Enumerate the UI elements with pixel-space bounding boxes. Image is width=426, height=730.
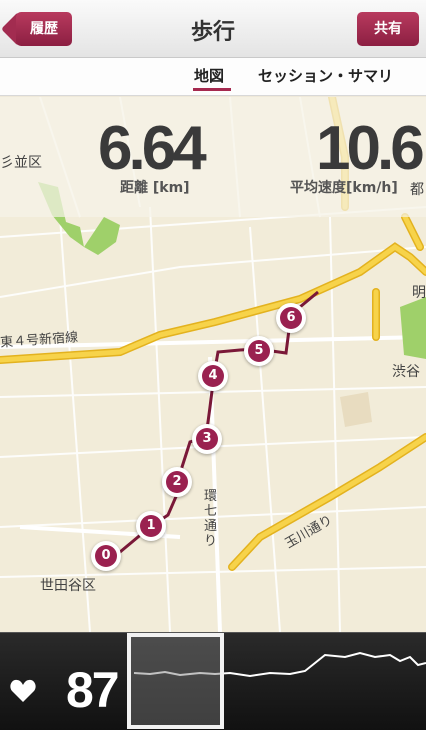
route-marker-label: 5 [248, 340, 270, 362]
tab-map[interactable]: 地図 [194, 65, 224, 86]
heart-rate-bar: 87 [0, 632, 426, 730]
nav-bar: 履歴 歩行 共有 [0, 0, 426, 58]
map-label-suginami: 彡並区 [0, 155, 42, 171]
tab-session-summary[interactable]: セッション・サマリ [258, 65, 393, 86]
route-marker-label: 3 [196, 428, 218, 450]
tab-map-indicator [193, 88, 231, 91]
distance-value: 6.64 [98, 114, 207, 183]
route-marker-5[interactable]: 5 [244, 336, 274, 366]
route-marker-label: 0 [95, 545, 117, 567]
map-label-akira: 明 [412, 285, 426, 301]
route-marker-4[interactable]: 4 [198, 361, 228, 391]
route-marker-2[interactable]: 2 [162, 467, 192, 497]
avg-speed-label: 平均速度[km/h] [290, 180, 398, 196]
heart-icon [10, 679, 36, 702]
route-marker-3[interactable]: 3 [192, 424, 222, 454]
route-marker-label: 4 [202, 365, 224, 387]
route-marker-label: 1 [140, 515, 162, 537]
route-marker-0[interactable]: 0 [91, 541, 121, 571]
route-marker-6[interactable]: 6 [276, 303, 306, 333]
map-label-setagaya: 世田谷区 [40, 578, 96, 594]
map-label-shibuya: 渋谷 [392, 364, 420, 380]
stats-overlay: 6.64 距離 [km] 10.6 平均速度[km/h] [0, 97, 426, 217]
map-label-kannana: 環七通り [204, 489, 218, 549]
graph-scrubber-window[interactable] [127, 633, 224, 729]
share-button[interactable]: 共有 [357, 12, 419, 46]
route-marker-label: 2 [166, 471, 188, 493]
heart-rate-value: 87 [66, 662, 120, 718]
map-label-tsu: 都 [410, 182, 424, 198]
route-marker-1[interactable]: 1 [136, 511, 166, 541]
tab-bar: 地図 セッション・サマリ [0, 58, 426, 96]
route-marker-label: 6 [280, 307, 302, 329]
avg-speed-value: 10.6 [316, 114, 425, 183]
route-map[interactable]: 6.64 距離 [km] 10.6 平均速度[km/h] 彡並区 東４号新宿線 … [0, 97, 426, 632]
distance-label: 距離 [km] [120, 180, 190, 196]
